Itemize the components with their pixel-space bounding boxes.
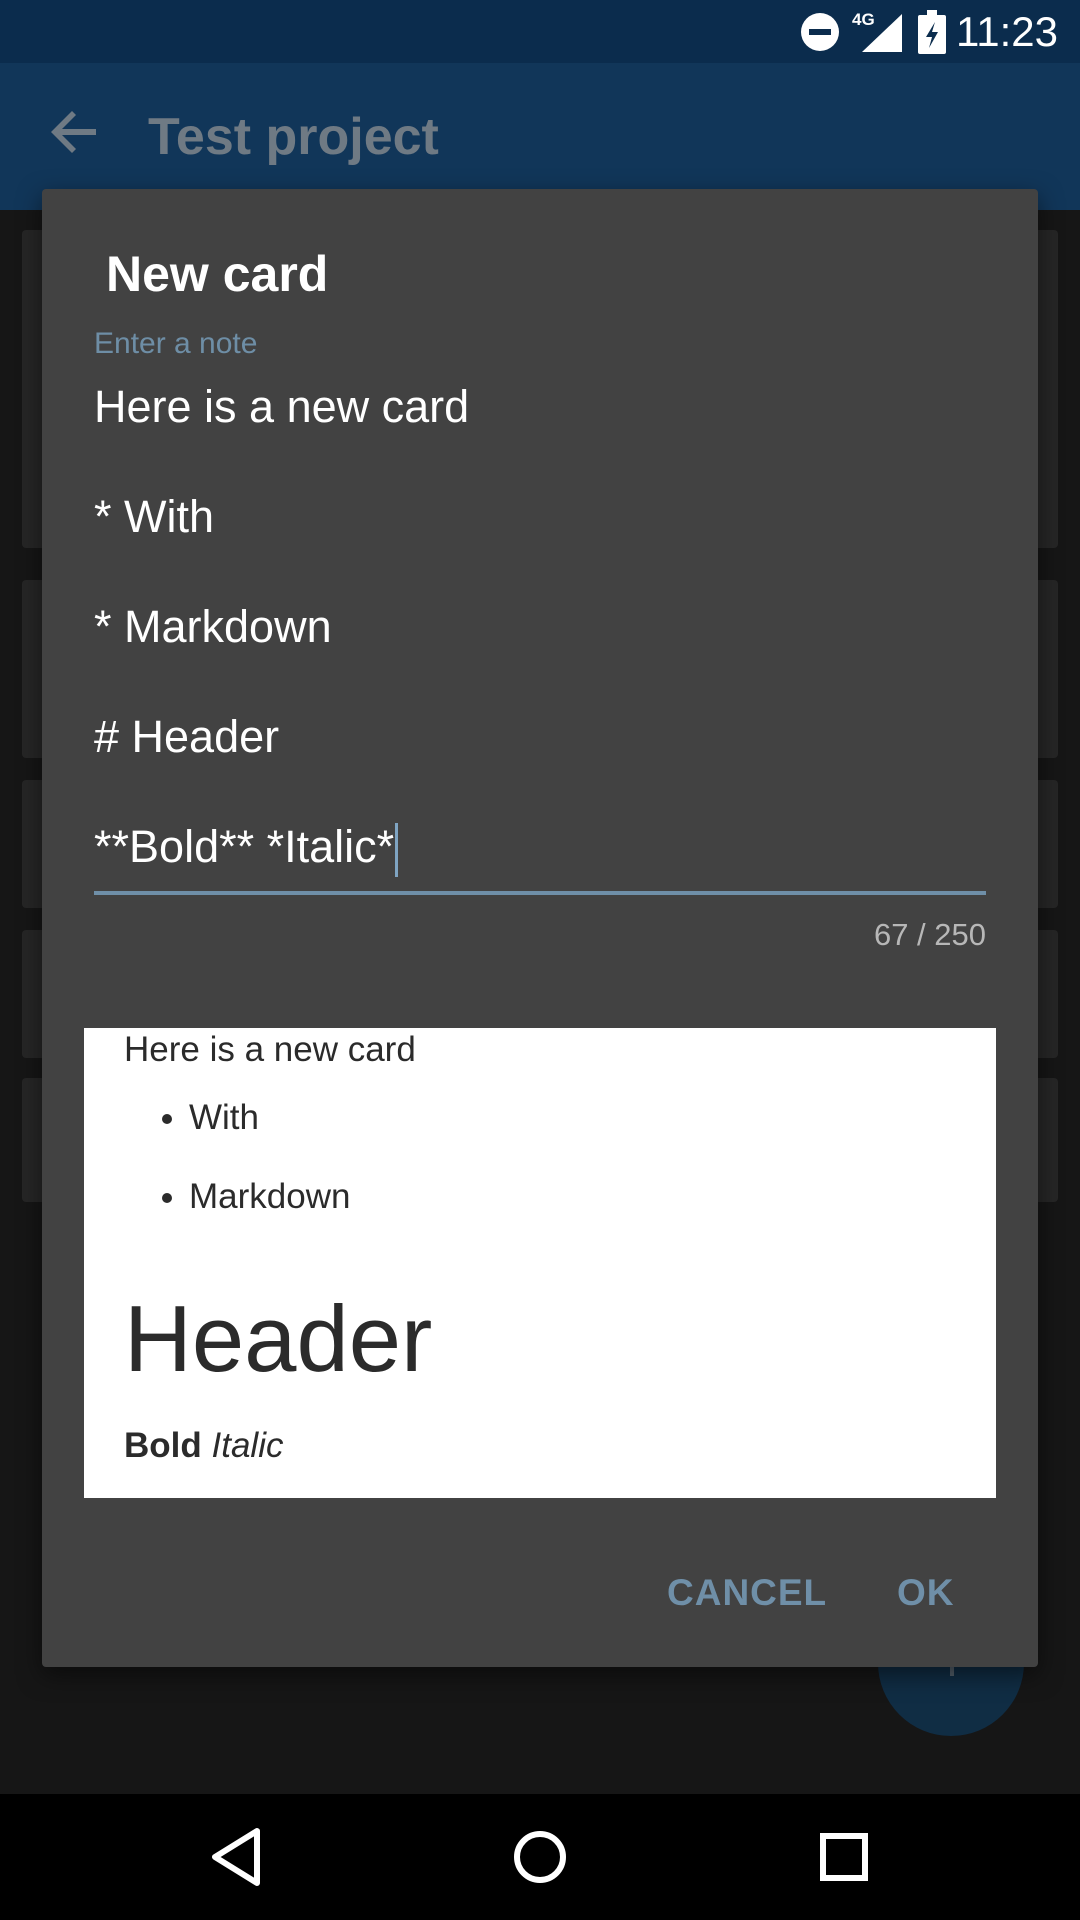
character-counter: 67 / 250 — [873, 917, 986, 952]
note-input-line: Here is a new card — [94, 381, 470, 432]
nav-recents-icon[interactable] — [801, 1814, 887, 1900]
signal-icon — [862, 14, 902, 52]
navigation-bar — [0, 1794, 1080, 1920]
preview-list-item: Markdown — [189, 1175, 889, 1254]
nav-home-icon[interactable] — [497, 1814, 583, 1900]
preview-heading: Header — [124, 1286, 433, 1391]
note-input-line-last: **Bold** *Italic* — [94, 819, 986, 878]
markdown-preview: Here is a new card With Markdown Header … — [84, 1028, 996, 1498]
preview-bold-text: Bold — [124, 1426, 202, 1465]
cancel-button[interactable]: CANCEL — [667, 1572, 827, 1614]
preview-list-item: With — [189, 1096, 889, 1175]
note-input[interactable]: Here is a new card * With * Markdown # H… — [94, 379, 986, 878]
app-bar: Test project — [0, 63, 1080, 210]
note-input-underline — [94, 891, 986, 895]
preview-italic-text: Italic — [211, 1426, 284, 1465]
note-input-line: # Header — [94, 711, 280, 762]
arrow-back-icon[interactable] — [48, 105, 102, 159]
battery-icon — [918, 10, 946, 54]
note-input-line: * Markdown — [94, 601, 332, 652]
note-input-line: **Bold** *Italic* — [94, 821, 395, 872]
nav-back-icon[interactable] — [193, 1814, 279, 1900]
app-bar-title: Test project — [148, 108, 439, 166]
dialog-title: New card — [106, 246, 329, 302]
text-cursor — [395, 823, 399, 878]
note-input-line: * With — [94, 491, 215, 542]
do-not-disturb-icon — [801, 13, 839, 51]
status-time: 11:23 — [956, 8, 1058, 55]
preview-formatted-text: Bold Italic — [124, 1426, 283, 1466]
new-card-dialog: New card Enter a note Here is a new card… — [42, 189, 1038, 1667]
note-field-hint: Enter a note — [94, 327, 258, 360]
preview-paragraph: Here is a new card — [124, 1030, 416, 1069]
status-bar: 4G 11:23 — [0, 0, 1080, 63]
ok-button[interactable]: OK — [897, 1572, 955, 1614]
preview-list: With Markdown — [124, 1096, 889, 1254]
